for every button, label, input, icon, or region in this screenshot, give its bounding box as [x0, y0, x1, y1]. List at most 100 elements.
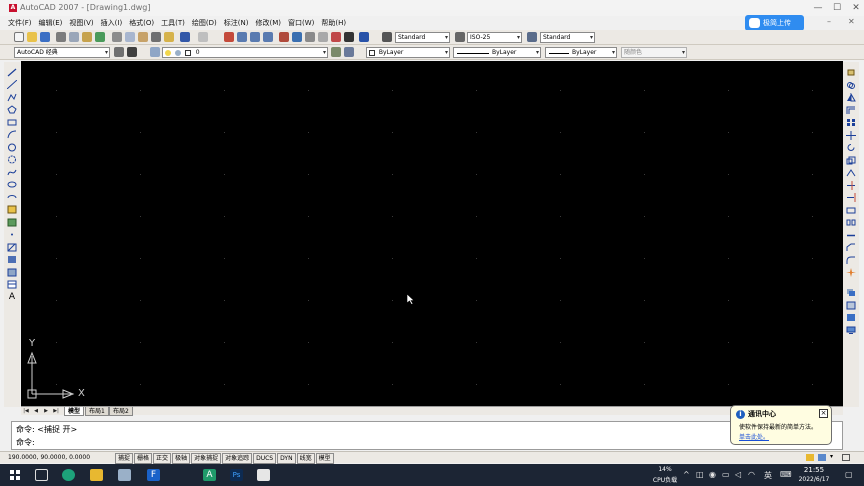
ducs-toggle[interactable]: DUCS: [253, 453, 277, 464]
autocad-taskbar-icon[interactable]: A: [203, 469, 216, 481]
workspace-settings-icon[interactable]: [114, 47, 124, 57]
foxit-reader-icon[interactable]: F: [147, 469, 160, 481]
dyn-toggle[interactable]: DYN: [277, 453, 296, 464]
otrack-toggle[interactable]: 对象追踪: [222, 453, 253, 464]
monitor-icon[interactable]: [846, 326, 856, 335]
command-prompt[interactable]: 命令:: [16, 437, 35, 448]
maximize-button[interactable]: ☐: [827, 2, 847, 14]
match-properties-icon[interactable]: [151, 32, 161, 42]
rotate-icon[interactable]: [846, 143, 856, 152]
input-method-icon[interactable]: ⌨: [780, 470, 792, 479]
lineweight-toggle[interactable]: 线宽: [296, 453, 315, 464]
osnap-toggle[interactable]: 对象捕捉: [191, 453, 222, 464]
stretch-icon[interactable]: [846, 168, 856, 177]
text-style-icon[interactable]: [382, 32, 392, 42]
menu-tools[interactable]: 工具(T): [161, 17, 185, 29]
tab-model[interactable]: 模型: [64, 407, 85, 416]
workspace-select[interactable]: AutoCAD 经典 ▾: [14, 47, 110, 58]
spline-icon[interactable]: [7, 168, 17, 177]
undo-icon[interactable]: [180, 32, 190, 42]
break-icon[interactable]: [846, 218, 856, 227]
notification-link[interactable]: 单击此处。: [739, 432, 769, 441]
open-icon[interactable]: [27, 32, 37, 42]
chamfer-icon[interactable]: [846, 243, 856, 252]
polygon-icon[interactable]: [7, 105, 17, 114]
markup-icon[interactable]: [331, 32, 341, 42]
wolf-app-icon[interactable]: [257, 469, 270, 481]
pan-icon[interactable]: [224, 32, 234, 42]
cursor-coordinates[interactable]: 190.0000, 90.0000, 0.0000: [8, 454, 90, 461]
close-button[interactable]: ✕: [846, 2, 864, 14]
dim-style-select[interactable]: ISO-25 ▾: [467, 32, 522, 43]
tab-layout2[interactable]: 布局2: [109, 407, 133, 416]
grid-toggle[interactable]: 栅格: [134, 453, 153, 464]
make-object-layer-current-icon[interactable]: [331, 47, 341, 57]
ortho-toggle[interactable]: 正交: [153, 453, 172, 464]
photoshop-icon[interactable]: Ps: [230, 469, 243, 481]
menu-dimension[interactable]: 标注(N): [224, 17, 249, 29]
layer-select[interactable]: 0 ▾: [162, 47, 328, 58]
display-icon[interactable]: ▭: [722, 470, 730, 479]
my-workspace-icon[interactable]: [127, 47, 137, 57]
menu-help[interactable]: 帮助(H): [321, 17, 346, 29]
snap-toggle[interactable]: 捕捉: [115, 453, 134, 464]
sheet-set-icon[interactable]: [318, 32, 328, 42]
communication-center-icon[interactable]: [818, 454, 826, 461]
save-icon[interactable]: [40, 32, 50, 42]
clean-screen-icon[interactable]: [842, 454, 850, 461]
zoom-previous-icon[interactable]: [263, 32, 273, 42]
next-tab-button[interactable]: ▶: [42, 408, 50, 415]
ellipse-arc-icon[interactable]: [7, 193, 17, 202]
menu-window[interactable]: 窗口(W): [288, 17, 314, 29]
table-style-icon[interactable]: [527, 32, 537, 42]
tool-palettes-icon[interactable]: [305, 32, 315, 42]
color-select[interactable]: ByLayer ▾: [366, 47, 450, 58]
task-view-icon[interactable]: [35, 469, 48, 481]
copy-object-icon[interactable]: [846, 81, 856, 90]
ime-indicator[interactable]: 英: [764, 470, 772, 481]
layer-manager-icon[interactable]: [150, 47, 160, 57]
chevron-down-icon[interactable]: ▾: [830, 453, 833, 460]
linetype-select[interactable]: ByLayer ▾: [453, 47, 541, 58]
join-icon[interactable]: [846, 231, 856, 240]
autocad-app-icon[interactable]: A: [9, 4, 17, 12]
dim-style-icon[interactable]: [455, 32, 465, 42]
layer-states-icon[interactable]: [846, 313, 856, 322]
scale-icon[interactable]: [846, 156, 856, 165]
trim-icon[interactable]: [846, 181, 856, 190]
insert-block-icon[interactable]: [7, 205, 17, 214]
notification-close-icon[interactable]: ×: [819, 409, 828, 418]
mirror-icon[interactable]: [846, 92, 856, 102]
menu-format[interactable]: 格式(O): [129, 17, 154, 29]
construction-line-icon[interactable]: [6, 79, 18, 90]
polyline-icon[interactable]: [7, 93, 17, 102]
upload-button[interactable]: 极简上传: [745, 15, 804, 31]
design-center-icon[interactable]: [292, 32, 302, 42]
multiline-text-icon[interactable]: A: [7, 293, 17, 302]
volume-icon[interactable]: ◁: [735, 470, 741, 479]
block-editor-icon[interactable]: [164, 32, 174, 42]
network-icon[interactable]: ◫: [696, 470, 704, 479]
calculator-icon[interactable]: [344, 32, 354, 42]
copy-icon[interactable]: [125, 32, 135, 42]
arc-icon[interactable]: [7, 130, 17, 139]
revision-cloud-icon[interactable]: [7, 155, 17, 164]
wifi-icon[interactable]: ◠: [748, 470, 755, 479]
app-feather-icon[interactable]: [118, 469, 131, 481]
circle-icon[interactable]: [7, 143, 17, 152]
extend-icon[interactable]: [846, 193, 856, 202]
first-tab-button[interactable]: |◀: [22, 408, 30, 415]
break-at-point-icon[interactable]: [846, 206, 856, 215]
clock-date[interactable]: 2022/6/17: [792, 476, 836, 483]
help-icon[interactable]: [359, 32, 369, 42]
minimize-button[interactable]: —: [808, 2, 828, 14]
explode-icon[interactable]: [846, 268, 856, 277]
previous-tab-button[interactable]: ◀: [32, 408, 40, 415]
paste-icon[interactable]: [138, 32, 148, 42]
inner-close-icon[interactable]: ✕: [848, 17, 858, 27]
text-style-select[interactable]: Standard ▾: [395, 32, 450, 43]
3d-dwf-icon[interactable]: [95, 32, 105, 42]
plot-preview-icon[interactable]: [69, 32, 79, 42]
chevron-up-icon[interactable]: ^: [683, 470, 690, 479]
redo-icon[interactable]: [198, 32, 208, 42]
